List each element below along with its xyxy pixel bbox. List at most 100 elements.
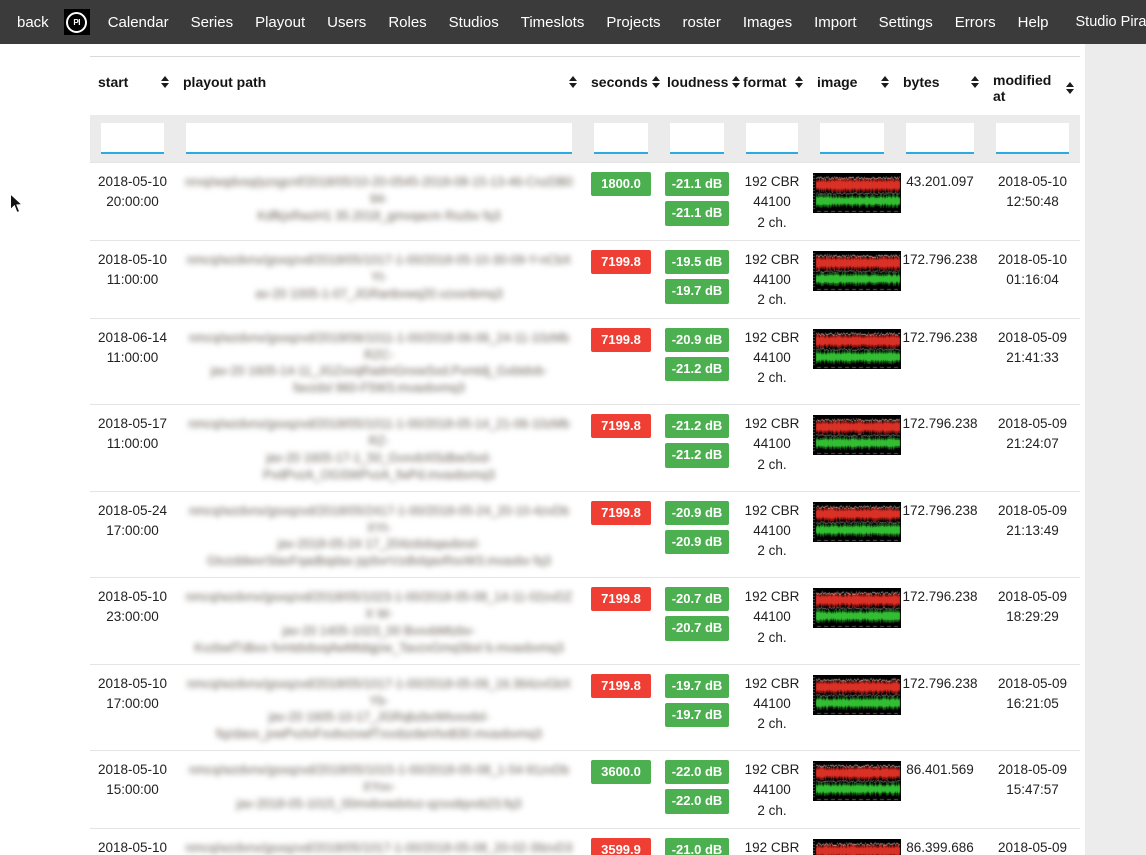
seconds-badge: 7199.8: [591, 414, 651, 438]
loudness-badge: -20.9 dB: [665, 501, 729, 525]
bytes-cell: 172.796.238: [895, 405, 985, 492]
playout-path-cell: nrvq/wqdvsq/pzsgcnf/2018/05/10-20-0545-2…: [175, 163, 583, 241]
image-cell: [809, 405, 895, 492]
format-cell: 192 CBR 44100 2 ch.: [735, 163, 809, 241]
loudness-cell: -21.1 dB -21.1 dB: [659, 163, 735, 241]
filter-input-bytes[interactable]: [906, 123, 974, 154]
column-header-playout-path: playout path: [175, 57, 583, 116]
format-cell: 192 CBR 44100 2 ch.: [735, 664, 809, 751]
nav-item-roles[interactable]: Roles: [377, 14, 437, 31]
seconds-cell: 7199.8: [583, 491, 659, 578]
nav-item-errors[interactable]: Errors: [944, 14, 1007, 31]
nav-item-series[interactable]: Series: [180, 14, 245, 31]
nav-item-roster[interactable]: roster: [672, 14, 732, 31]
filter-input-format[interactable]: [746, 123, 798, 154]
loudness-badge: -20.7 dB: [665, 587, 729, 611]
studio-select[interactable]: Studio Piradio: [1068, 2, 1146, 42]
waveform-thumbnail[interactable]: [813, 588, 901, 628]
sort-icon[interactable]: [652, 76, 660, 88]
nav-item-playout[interactable]: Playout: [244, 14, 316, 31]
filter-input-start[interactable]: [101, 123, 164, 154]
table-row: 2018-05-10 16:00:00 nmcq/wzdvnx/gsxqzvd/…: [90, 828, 1080, 855]
image-cell: [809, 318, 895, 405]
sort-icon[interactable]: [732, 76, 740, 88]
redacted-path-text: nmcq/wzdvnx/gsxqzvd/2018/05/1023-1-00/20…: [179, 587, 579, 657]
sort-icon[interactable]: [1066, 82, 1074, 94]
image-cell: [809, 664, 895, 751]
modified-at-cell: 2018-05-09 03:59:41: [985, 828, 1080, 855]
top-navbar: back PI CalendarSeriesPlayoutUsersRolesS…: [0, 0, 1146, 44]
nav-item-help[interactable]: Help: [1007, 14, 1060, 31]
image-cell: [809, 240, 895, 318]
nav-item-calendar[interactable]: Calendar: [97, 14, 180, 31]
start-cell: 2018-06-14 11:00:00: [90, 318, 175, 405]
seconds-cell: 7199.8: [583, 664, 659, 751]
table-row: 2018-06-14 11:00:00 nmcq/wzdvnx/gsxqzvd/…: [90, 318, 1080, 405]
nav-item-images[interactable]: Images: [732, 14, 803, 31]
loudness-badge: -21.0 dB: [665, 838, 729, 855]
bytes-cell: 172.796.238: [895, 318, 985, 405]
nav-item-import[interactable]: Import: [803, 14, 868, 31]
loudness-cell: -21.0 dB -21.0 dB: [659, 828, 735, 855]
filter-input-seconds[interactable]: [594, 123, 648, 154]
nav-item-settings[interactable]: Settings: [868, 14, 944, 31]
sort-icon[interactable]: [881, 76, 889, 88]
format-cell: 192 CBR 44100 2 ch.: [735, 578, 809, 665]
sort-icon[interactable]: [795, 76, 803, 88]
waveform-thumbnail[interactable]: [813, 251, 901, 291]
bytes-cell: 172.796.238: [895, 491, 985, 578]
loudness-badge: -19.7 dB: [665, 279, 729, 303]
playout-path-cell: nmcq/wzdvnx/gsxqzvd/2018/05/1015-1-00/20…: [175, 751, 583, 829]
piradio-logo-text: PI: [66, 12, 87, 33]
playout-path-cell: nmcq/wzdvnx/gsxqzvd/2018/05/1023-1-00/20…: [175, 578, 583, 665]
modified-at-cell: 2018-05-09 21:13:49: [985, 491, 1080, 578]
modified-at-cell: 2018-05-10 01:16:04: [985, 240, 1080, 318]
image-cell: [809, 491, 895, 578]
filter-input-playout-path[interactable]: [186, 123, 572, 154]
loudness-badge: -19.5 dB: [665, 250, 729, 274]
sort-icon[interactable]: [569, 76, 577, 88]
loudness-badge: -22.0 dB: [665, 789, 729, 813]
filter-input-image[interactable]: [820, 123, 884, 154]
loudness-badge: -20.7 dB: [665, 616, 729, 640]
sort-icon[interactable]: [971, 76, 979, 88]
seconds-cell: 7199.8: [583, 318, 659, 405]
filter-input-loudness[interactable]: [670, 123, 724, 154]
table-body: 2018-05-10 20:00:00 nrvq/wqdvsq/pzsgcnf/…: [90, 163, 1080, 855]
format-cell: 192 CBR 44100 2 ch.: [735, 491, 809, 578]
nav-item-projects[interactable]: Projects: [595, 14, 671, 31]
playout-path-cell: nmcq/wzdvnx/gsxqzvd/2018/05/1017-1-00/20…: [175, 240, 583, 318]
loudness-cell: -21.2 dB -21.2 dB: [659, 405, 735, 492]
nav-item-back[interactable]: back: [0, 14, 57, 31]
start-cell: 2018-05-10 17:00:00: [90, 664, 175, 751]
image-cell: [809, 163, 895, 241]
filter-input-modified-at[interactable]: [996, 123, 1069, 154]
start-cell: 2018-05-10 11:00:00: [90, 240, 175, 318]
loudness-cell: -20.9 dB -20.9 dB: [659, 491, 735, 578]
column-header-bytes: bytes: [895, 57, 985, 116]
waveform-thumbnail[interactable]: [813, 761, 901, 801]
waveform-thumbnail[interactable]: [813, 415, 901, 455]
nav-item-timeslots[interactable]: Timeslots: [510, 14, 596, 31]
image-cell: [809, 578, 895, 665]
waveform-thumbnail[interactable]: [813, 173, 901, 213]
column-header-label: modified at: [993, 72, 1062, 104]
table-row: 2018-05-17 11:00:00 nmcq/wzdvnx/gsxqzvd/…: [90, 405, 1080, 492]
piradio-logo-icon[interactable]: PI: [64, 9, 90, 35]
sort-icon[interactable]: [161, 76, 169, 88]
nav-item-studios[interactable]: Studios: [438, 14, 510, 31]
playout-path-cell: nmcq/wzdvnx/gsxqzvd/2018/05/1011-1-00/20…: [175, 405, 583, 492]
waveform-thumbnail[interactable]: [813, 675, 901, 715]
start-cell: 2018-05-10 23:00:00: [90, 578, 175, 665]
format-cell: 192 CBR 44100 2 ch.: [735, 405, 809, 492]
waveform-thumbnail[interactable]: [813, 329, 901, 369]
seconds-badge: 1800.0: [591, 172, 651, 196]
waveform-thumbnail[interactable]: [813, 839, 901, 855]
playout-path-cell: nmcq/wzdvnx/gsxqzvd/2018/05/1017-1-00/20…: [175, 664, 583, 751]
modified-at-cell: 2018-05-09 18:29:29: [985, 578, 1080, 665]
waveform-thumbnail[interactable]: [813, 502, 901, 542]
column-header-format: format: [735, 57, 809, 116]
seconds-cell: 7199.8: [583, 240, 659, 318]
nav-item-users[interactable]: Users: [316, 14, 377, 31]
format-cell: 192 CBR 44100 2 ch.: [735, 240, 809, 318]
